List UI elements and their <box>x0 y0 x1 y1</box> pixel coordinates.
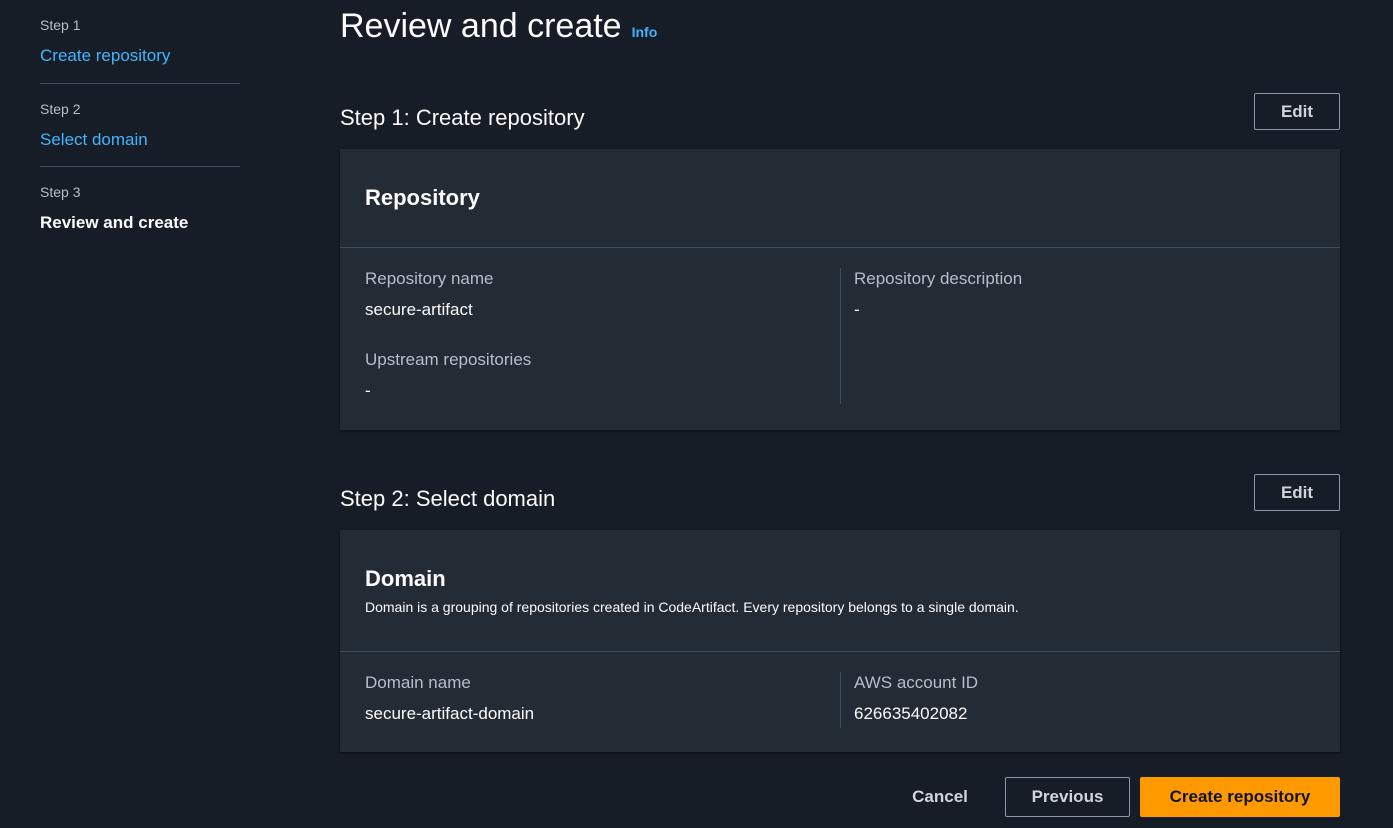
wizard-step-1: Step 1 Create repository <box>40 0 240 83</box>
container-title: Domain <box>365 566 446 591</box>
step-current-review-and-create: Review and create <box>40 213 189 232</box>
repository-description-value: - <box>854 300 860 319</box>
aws-account-id-label: AWS account ID <box>854 673 979 692</box>
container-header: Domain Domain is a grouping of repositor… <box>340 530 1340 652</box>
aws-account-id-value: 626635402082 <box>854 704 968 723</box>
wizard-step-3: Step 3 Review and create <box>40 166 240 233</box>
step-number: Step 2 <box>40 101 81 117</box>
edit-step-2-button[interactable]: Edit <box>1254 474 1340 511</box>
repository-name-value: secure-artifact <box>365 300 473 319</box>
cancel-button[interactable]: Cancel <box>895 777 985 817</box>
wizard-step-2: Step 2 Select domain <box>40 83 240 166</box>
domain-container: Domain Domain is a grouping of repositor… <box>340 530 1340 752</box>
domain-name-label: Domain name <box>365 673 471 692</box>
section-step-1-header: Step 1: Create repository Edit <box>340 93 1340 131</box>
section-title: Step 1: Create repository <box>340 105 585 130</box>
section-step-2-header: Step 2: Select domain Edit <box>340 474 1340 512</box>
domain-name-value: secure-artifact-domain <box>365 704 535 723</box>
repository-name-label: Repository name <box>365 269 494 288</box>
container-title: Repository <box>365 185 480 210</box>
repository-description-label: Repository description <box>854 269 1023 288</box>
details-column-right: AWS account ID 626635402082 <box>840 672 1315 728</box>
repository-details: Repository name secure-artifact Upstream… <box>340 248 1340 406</box>
wizard-steps-nav: Step 1 Create repository Step 2 Select d… <box>40 0 240 233</box>
domain-details: Domain name secure-artifact-domain AWS a… <box>340 652 1340 728</box>
step-link-select-domain[interactable]: Select domain <box>40 130 240 150</box>
section-title: Step 2: Select domain <box>340 486 556 511</box>
details-column-left: Repository name secure-artifact Upstream… <box>365 268 840 406</box>
create-repository-button[interactable]: Create repository <box>1140 777 1340 817</box>
previous-button[interactable]: Previous <box>1005 777 1130 817</box>
page-title: Review and create <box>340 7 622 45</box>
upstream-repositories-label: Upstream repositories <box>365 350 532 369</box>
step-link-create-repository[interactable]: Create repository <box>40 46 240 66</box>
page-header: Review and create Info <box>340 6 657 46</box>
details-column-right: Repository description - <box>840 268 1315 404</box>
repository-container: Repository Repository name secure-artifa… <box>340 149 1340 430</box>
edit-step-1-button[interactable]: Edit <box>1254 93 1340 130</box>
step-number: Step 3 <box>40 184 81 200</box>
step-number: Step 1 <box>40 17 81 33</box>
container-description: Domain is a grouping of repositories cre… <box>365 599 1019 615</box>
page: Step 1 Create repository Step 2 Select d… <box>0 0 1393 828</box>
upstream-repositories-value: - <box>365 381 371 400</box>
info-link[interactable]: Info <box>632 24 658 40</box>
container-header: Repository <box>340 149 1340 248</box>
details-column-left: Domain name secure-artifact-domain <box>365 672 840 728</box>
